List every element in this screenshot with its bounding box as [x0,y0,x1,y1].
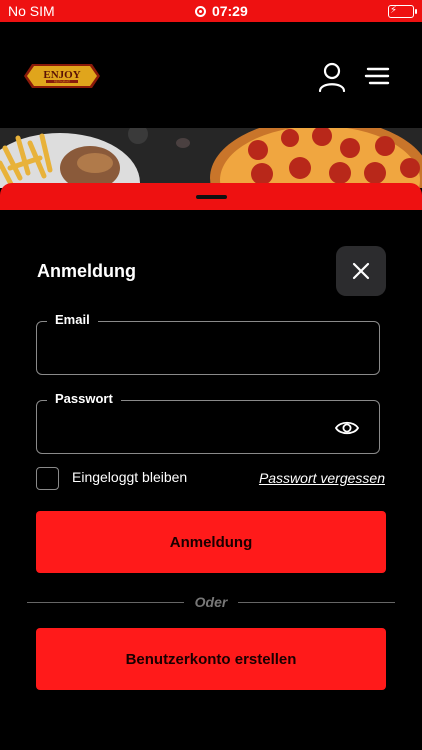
screen-recording-icon [194,5,206,17]
divider-left [27,602,184,603]
app-header: ENJOY RESTAURANT [0,22,422,128]
eye-icon[interactable] [335,418,359,438]
carrier-label: No SIM [8,3,55,19]
email-field: Email [36,312,380,375]
divider-right [238,602,395,603]
close-button[interactable] [336,246,386,296]
create-account-button[interactable]: Benutzerkonto erstellen [36,628,386,690]
logo-subtext: RESTAURANT [54,81,71,84]
logo-text: ENJOY [43,69,80,81]
forgot-password-link[interactable]: Passwort vergessen [259,470,385,486]
divider-text: Oder [194,594,228,610]
login-sheet: Anmeldung Email Passwort Eingeloggt blei… [0,210,422,750]
status-time-group: 07:29 [194,3,248,19]
sheet-grabber[interactable] [196,195,227,199]
status-bar: No SIM 07:29 ⚡ [0,0,422,22]
sheet-header [0,183,422,213]
menu-icon[interactable] [364,66,390,88]
status-time: 07:29 [211,3,248,19]
password-field: Passwort [36,391,380,454]
close-icon [352,262,370,280]
battery-icon: ⚡ [388,4,417,18]
enjoy-logo[interactable]: ENJOY RESTAURANT [24,63,100,89]
user-icon[interactable] [318,62,346,92]
remember-me-label: Eingeloggt bleiben [72,469,188,485]
login-button[interactable]: Anmeldung [36,511,386,573]
remember-me-checkbox[interactable] [36,467,59,490]
password-input[interactable] [37,401,379,453]
hero-food-image [0,128,422,188]
login-title: Anmeldung [37,261,136,281]
email-input[interactable] [37,322,379,374]
